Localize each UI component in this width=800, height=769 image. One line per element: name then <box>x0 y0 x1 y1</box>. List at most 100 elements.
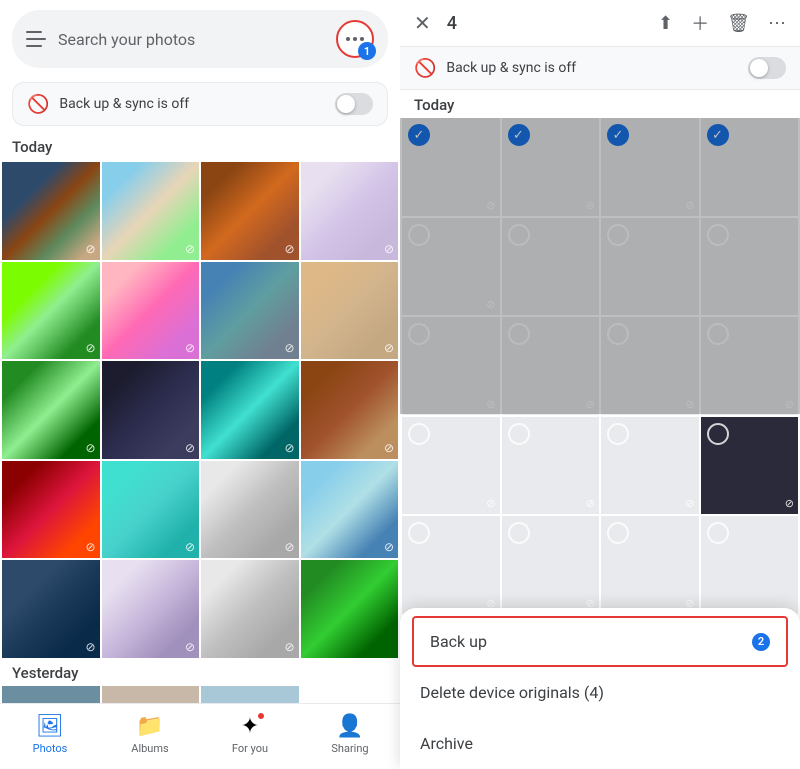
photo-cell[interactable]: ⊘ <box>102 162 200 260</box>
photo-cell[interactable]: ⊘ <box>201 461 299 559</box>
nav-albums-label: Albums <box>131 742 168 755</box>
photo-cell[interactable]: ⊘ <box>502 317 600 415</box>
right-sync-toggle[interactable] <box>748 57 786 79</box>
select-circle[interactable] <box>408 522 430 544</box>
right-header: ✕ 4 ⬆ ＋ 🗑 ⋯ <box>400 0 800 47</box>
sync-off-icon: 🚫 <box>27 94 49 115</box>
photo-cell[interactable]: ⊘ <box>301 361 399 459</box>
photo-cell[interactable]: ⊘ <box>402 516 500 614</box>
photo-cell[interactable]: ⊘ <box>301 262 399 360</box>
right-photo-row-5: ⊘ ⊘ ⊘ <box>400 516 800 614</box>
photo-cell[interactable] <box>201 686 299 704</box>
photo-cell[interactable]: ⊘ <box>502 516 600 614</box>
left-panel: Search your photos 1 🚫 Back up & sync is… <box>0 0 400 769</box>
select-circle[interactable] <box>607 124 629 146</box>
search-bar[interactable]: Search your photos 1 <box>12 10 388 68</box>
photo-cell[interactable] <box>701 516 799 614</box>
select-circle[interactable] <box>707 323 729 345</box>
photo-cell[interactable]: ⊘ <box>601 417 699 515</box>
photo-cell[interactable]: ⊘ <box>402 218 500 316</box>
select-circle[interactable] <box>707 124 729 146</box>
nav-photos[interactable]: 🖼 Photos <box>0 710 100 759</box>
archive-button[interactable]: Archive <box>400 718 800 769</box>
photo-cell[interactable]: ⊘ <box>701 317 799 415</box>
right-photo-row-2: ⊘ <box>400 218 800 316</box>
photo-cell[interactable]: ⊘ <box>2 361 100 459</box>
more-badge: 1 <box>358 42 376 60</box>
sync-off-icon: ⊘ <box>785 497 794 510</box>
yesterday-section-label: Yesterday <box>0 658 400 686</box>
select-circle[interactable] <box>508 323 530 345</box>
photo-cell[interactable] <box>301 560 399 658</box>
photo-cell[interactable]: ⊘ <box>402 317 500 415</box>
more-icon[interactable]: ⋯ <box>768 13 786 34</box>
photo-cell[interactable]: ⊘ <box>201 560 299 658</box>
select-circle[interactable] <box>607 423 629 445</box>
photo-cell[interactable]: ⊘ <box>502 417 600 515</box>
photo-cell[interactable]: ⊘ <box>2 461 100 559</box>
right-today-label: Today <box>400 90 800 118</box>
sync-toggle[interactable] <box>335 93 373 115</box>
left-scroll-area: Today ⊘ ⊘ ⊘ ⊘ ⊘ ⊘ ⊘ ⊘ ⊘ ⊘ ⊘ ⊘ ⊘ ⊘ ⊘ ⊘ ⊘ … <box>0 134 400 703</box>
select-circle[interactable] <box>508 522 530 544</box>
photo-cell[interactable]: ⊘ <box>2 262 100 360</box>
right-sync-bar[interactable]: 🚫 Back up & sync is off <box>400 47 800 90</box>
select-circle[interactable] <box>607 323 629 345</box>
more-button[interactable]: 1 <box>336 20 374 58</box>
photo-cell[interactable]: ⊘ <box>701 417 799 515</box>
photo-cell[interactable]: ⊘ <box>601 317 699 415</box>
photo-cell[interactable]: ⊘ <box>2 560 100 658</box>
photo-cell[interactable]: ⊘ <box>601 516 699 614</box>
photo-cell[interactable]: ⊘ <box>2 162 100 260</box>
sync-bar[interactable]: 🚫 Back up & sync is off <box>12 82 388 126</box>
photo-cell[interactable]: ⊘ <box>102 461 200 559</box>
sync-off-icon: ⊘ <box>85 341 95 355</box>
photo-cell[interactable]: ⊘ <box>201 361 299 459</box>
select-circle[interactable] <box>408 224 430 246</box>
nav-photos-label: Photos <box>33 742 68 755</box>
photo-cell[interactable] <box>502 218 600 316</box>
bottom-navigation: 🖼 Photos 📁 Albums ✦ For you 👤 Sharing <box>0 703 400 769</box>
photo-cell[interactable]: ⊘ <box>102 262 200 360</box>
sync-off-icon: ⊘ <box>384 441 394 455</box>
photo-cell[interactable]: ⊘ <box>201 162 299 260</box>
photo-cell[interactable] <box>701 218 799 316</box>
delete-originals-button[interactable]: Delete device originals (4) <box>400 667 800 718</box>
share-icon[interactable]: ⬆ <box>658 13 673 34</box>
nav-albums[interactable]: 📁 Albums <box>100 710 200 759</box>
photo-cell[interactable]: ⊘ <box>402 118 500 216</box>
select-circle[interactable] <box>408 323 430 345</box>
select-circle[interactable] <box>508 124 530 146</box>
select-circle[interactable] <box>607 522 629 544</box>
photo-cell[interactable] <box>2 686 100 704</box>
nav-foryou[interactable]: ✦ For you <box>200 710 300 759</box>
backup-button[interactable]: Back up 2 <box>412 616 788 667</box>
photo-cell[interactable] <box>102 686 200 704</box>
backup-badge: 2 <box>752 633 770 651</box>
search-input[interactable]: Search your photos <box>58 30 336 49</box>
select-circle[interactable] <box>707 423 729 445</box>
close-button[interactable]: ✕ <box>414 11 431 35</box>
select-circle[interactable] <box>707 522 729 544</box>
select-circle[interactable] <box>607 224 629 246</box>
delete-icon[interactable]: 🗑 <box>727 13 750 34</box>
photo-cell[interactable] <box>701 118 799 216</box>
photo-cell[interactable]: ⊘ <box>402 417 500 515</box>
select-circle[interactable] <box>508 224 530 246</box>
nav-sharing-label: Sharing <box>331 742 368 755</box>
photo-cell[interactable]: ⊘ <box>601 118 699 216</box>
photo-cell[interactable]: ⊘ <box>502 118 600 216</box>
select-circle[interactable] <box>508 423 530 445</box>
photo-cell[interactable]: ⊘ <box>201 262 299 360</box>
photo-cell[interactable]: ⊘ <box>102 361 200 459</box>
photo-cell[interactable]: ⊘ <box>102 560 200 658</box>
add-icon[interactable]: ＋ <box>691 10 709 36</box>
select-circle[interactable] <box>408 423 430 445</box>
sync-off-icon: ⊘ <box>586 398 595 411</box>
select-circle[interactable] <box>408 124 430 146</box>
nav-sharing[interactable]: 👤 Sharing <box>300 710 400 759</box>
photo-cell[interactable]: ⊘ <box>301 162 399 260</box>
photo-cell[interactable] <box>601 218 699 316</box>
select-circle[interactable] <box>707 224 729 246</box>
photo-cell[interactable]: ⊘ <box>301 461 399 559</box>
